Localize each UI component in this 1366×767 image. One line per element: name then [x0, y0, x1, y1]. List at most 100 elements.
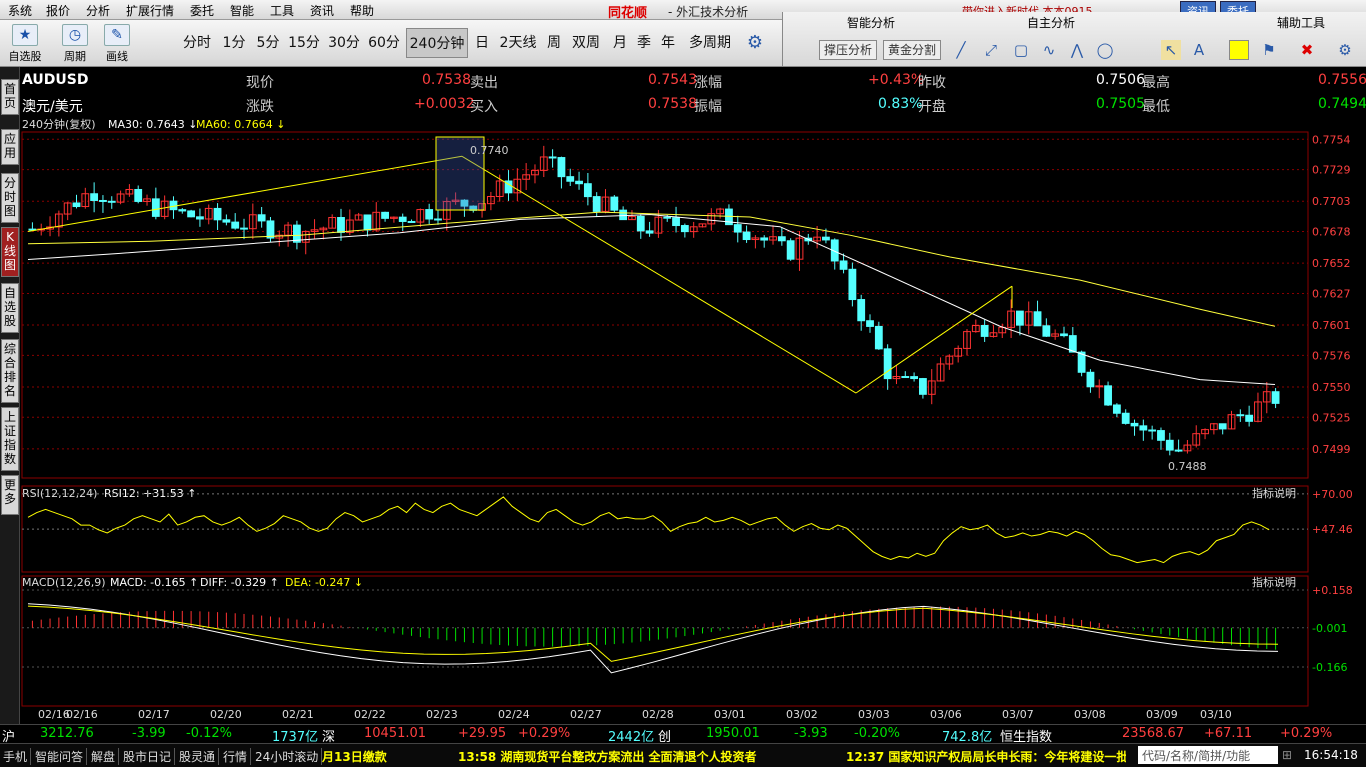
candle-body	[222, 219, 231, 223]
candle-body	[107, 200, 116, 203]
date-tick-label: 03/10	[1200, 708, 1232, 721]
rolling-news-button[interactable]: 24小时滚动	[252, 748, 323, 765]
candle-body	[910, 376, 919, 380]
candle-body	[672, 217, 680, 227]
market-button[interactable]: 行情	[220, 748, 252, 765]
candle-body	[151, 198, 160, 217]
candle-body	[1068, 335, 1077, 353]
macd-value: MACD: -0.165 ↑	[110, 576, 198, 589]
candle-body	[178, 209, 187, 212]
candle-body	[1095, 385, 1104, 388]
candle-body	[742, 231, 751, 241]
cy-change: -3.93	[794, 726, 828, 741]
ma30-label: MA30: 0.7643 ↓	[108, 118, 197, 131]
candle-body	[1130, 422, 1139, 427]
hsi-change: +67.11	[1204, 726, 1253, 741]
ma60-label: MA60: 0.7664 ↓	[196, 118, 285, 131]
trend-line	[461, 155, 857, 394]
stock-link-button[interactable]: 股灵通	[176, 748, 220, 765]
sz-value: 10451.01	[364, 726, 427, 741]
price-tick-label: 0.7499	[1312, 443, 1351, 456]
macd-tick-label: -0.166	[1312, 661, 1347, 674]
cy-value: 1950.01	[706, 726, 760, 741]
candle-body	[760, 237, 769, 241]
macd-help-link: 指标说明	[1252, 575, 1296, 589]
candle-body	[839, 260, 848, 270]
candle-body	[398, 216, 407, 222]
date-tick-label: 02/23	[426, 708, 458, 721]
candle-body	[1112, 404, 1121, 414]
date-tick-label: 02/20	[210, 708, 242, 721]
ticker-bar: 手机 智能问答 解盘 股市日记 股灵通 行情 24小时滚动 月13日缴款 13:…	[0, 743, 1366, 767]
candle-body	[1157, 430, 1165, 441]
diff-value: DIFF: -0.329 ↑	[200, 576, 279, 589]
candle-body	[1174, 449, 1183, 452]
candle-body	[645, 230, 654, 234]
candle-body	[1139, 425, 1148, 431]
candle-body	[901, 376, 910, 379]
candle-body	[1236, 414, 1245, 417]
candle-body	[786, 240, 795, 260]
search-input[interactable]: 代码/名称/简拼/功能	[1138, 746, 1278, 764]
qa-button[interactable]: 智能问答	[32, 748, 88, 765]
analysis-button[interactable]: 解盘	[88, 748, 120, 765]
candle-body	[134, 188, 143, 202]
cy-pct: -0.20%	[854, 726, 900, 741]
news-item[interactable]: 月13日缴款	[322, 748, 387, 765]
candle-body	[980, 325, 989, 337]
price-tick-label: 0.7576	[1312, 349, 1351, 362]
mobile-button[interactable]: 手机	[0, 748, 32, 765]
candle-body	[848, 268, 857, 301]
candle-body	[425, 209, 434, 220]
candle-body	[857, 299, 866, 322]
date-tick-label: 02/28	[642, 708, 674, 721]
candle-body	[566, 176, 575, 182]
grid-icon[interactable]: ⊞	[1282, 748, 1292, 762]
candle-body	[636, 215, 645, 232]
candle-body	[1165, 439, 1174, 451]
ma60-line	[27, 211, 1276, 327]
period-label: 240分钟(复权)	[22, 117, 96, 131]
candle-body	[874, 325, 883, 350]
candle-body	[557, 157, 566, 178]
clock-time: 16:54:18	[1304, 748, 1358, 762]
kline-chart[interactable]: 0.7754 0.7729 0.7703 0.7678 0.7652 0.7627 0.76…	[0, 0, 1366, 724]
candle-body	[575, 180, 583, 185]
candle-body	[407, 220, 416, 223]
candle-body	[866, 320, 874, 327]
candle-body	[213, 207, 222, 221]
sh-value: 3212.76	[40, 726, 94, 741]
hsi-value: 23568.67	[1122, 726, 1185, 741]
candle-body	[1121, 412, 1130, 424]
candle-body	[680, 225, 689, 233]
date-tick-label: 03/02	[786, 708, 818, 721]
candle-body	[822, 236, 830, 241]
date-tick-label: 03/06	[930, 708, 962, 721]
news-item[interactable]: 12:37 国家知识产权局局长申长雨：今年将建设一批	[846, 748, 1126, 765]
candle-body	[381, 211, 389, 219]
candle-body	[1271, 391, 1280, 404]
low-annotation: 0.7488	[1168, 460, 1207, 473]
candle-body	[548, 156, 557, 159]
candle-body	[266, 220, 275, 239]
candle-body	[337, 217, 345, 233]
candle-body	[72, 202, 81, 208]
candle-body	[1060, 333, 1068, 337]
candle-body	[619, 209, 628, 221]
date-tick-label: 02/16	[66, 708, 98, 721]
hsi-pct: +0.29%	[1280, 726, 1333, 741]
price-tick-label: 0.7729	[1312, 164, 1351, 177]
rsi-tick-label: +47.46	[1312, 523, 1353, 536]
date-tick-label: 02/21	[282, 708, 314, 721]
price-tick-label: 0.7550	[1312, 381, 1351, 394]
date-tick-label: 03/01	[714, 708, 746, 721]
index-status-bar: 沪 3212.76 -3.99 -0.12% 1737亿 深 10451.01 …	[0, 724, 1366, 745]
date-tick-label: 03/03	[858, 708, 890, 721]
candle-body	[883, 348, 892, 380]
diary-button[interactable]: 股市日记	[120, 748, 176, 765]
candle-body	[919, 378, 927, 395]
diff-line	[27, 603, 1279, 674]
dea-line	[27, 605, 1279, 662]
news-item[interactable]: 13:58 湖南现货平台整改方案流出 全面清退个人投资者	[458, 748, 757, 765]
date-tick-label: 02/22	[354, 708, 386, 721]
